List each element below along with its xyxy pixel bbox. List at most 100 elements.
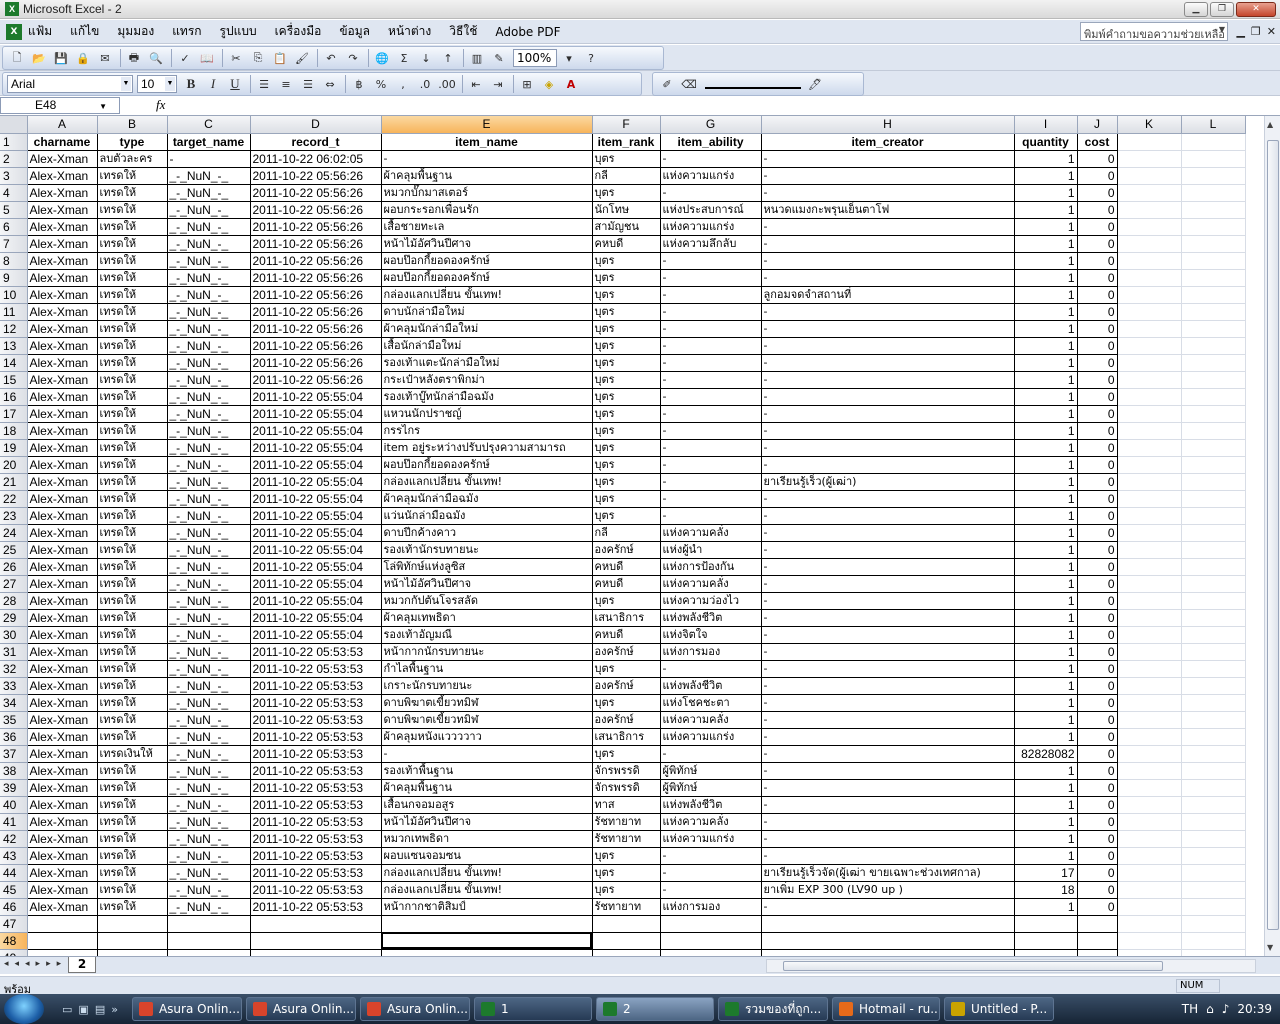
cell[interactable]: แห่งความคลั่ง (660, 575, 762, 593)
cell[interactable]: 0 (1077, 864, 1118, 882)
cell[interactable]: หน้าไม้อัศวินปีศาจ (381, 575, 593, 593)
cell[interactable] (1117, 575, 1182, 593)
cell[interactable]: Alex-Xman (27, 643, 98, 661)
cell[interactable]: รองเท้าพื้นฐาน (381, 762, 593, 780)
cell[interactable]: - (761, 847, 1015, 865)
cell[interactable]: บุตร (592, 473, 661, 491)
cell[interactable]: เทรดให้ (97, 830, 168, 848)
row-header[interactable]: 25 (0, 541, 28, 559)
cell[interactable]: _-_NuN_-_ (167, 507, 251, 525)
cell[interactable]: 1 (1014, 796, 1078, 814)
cell[interactable]: แห่งความคลั่ง (660, 813, 762, 831)
cell[interactable] (1117, 728, 1182, 746)
cell[interactable]: - (761, 235, 1015, 253)
cell[interactable]: ผ้าคลุมหนังแววววาว (381, 728, 593, 746)
row-header[interactable]: 1 (0, 133, 28, 151)
row-header[interactable]: 41 (0, 813, 28, 831)
cell[interactable] (1014, 932, 1078, 950)
cell[interactable]: 1 (1014, 847, 1078, 865)
cell[interactable]: Alex-Xman (27, 813, 98, 831)
row-header[interactable]: 23 (0, 507, 28, 525)
cell[interactable]: _-_NuN_-_ (167, 456, 251, 474)
cell[interactable]: เสนาธิการ (592, 609, 661, 627)
cell[interactable]: Alex-Xman (27, 167, 98, 185)
taskbar-item[interactable]: Asura Onlin... (245, 997, 356, 1021)
cell[interactable] (1181, 133, 1246, 151)
row-header[interactable]: 26 (0, 558, 28, 576)
cell[interactable]: 0 (1077, 201, 1118, 219)
cell[interactable] (1117, 269, 1182, 287)
cell[interactable]: เทรดให้ (97, 728, 168, 746)
row-header[interactable]: 31 (0, 643, 28, 661)
decrease-indent-icon[interactable]: ⇤ (466, 74, 486, 94)
column-header[interactable]: D (250, 116, 382, 134)
cell[interactable]: 0 (1077, 762, 1118, 780)
new-icon[interactable]: 🗋 (7, 48, 27, 68)
cell[interactable]: ยาเรียนรู้เร็ว(ผู้เฒ่า) (761, 473, 1015, 491)
cell[interactable]: ผ้าคลุมนักล่ามือฉมัง (381, 490, 593, 508)
cell[interactable]: Alex-Xman (27, 779, 98, 797)
cell[interactable]: กล่องแลกเปลี่ยน ขั้นเทพ! (381, 864, 593, 882)
cell[interactable]: ผ้าคลุมเทพธิดา (381, 609, 593, 627)
cell[interactable] (1117, 949, 1182, 956)
cell[interactable]: หน้ากากชาติสิมป์ (381, 898, 593, 916)
cell[interactable]: _-_NuN_-_ (167, 439, 251, 457)
cell[interactable] (1014, 949, 1078, 956)
cell[interactable] (1181, 286, 1246, 304)
cell[interactable]: - (761, 490, 1015, 508)
cell[interactable]: - (761, 575, 1015, 593)
print-icon[interactable]: 🖶 (124, 48, 144, 68)
cell[interactable]: _-_NuN_-_ (167, 490, 251, 508)
cell[interactable] (250, 915, 382, 933)
cell[interactable]: ทาส (592, 796, 661, 814)
cell[interactable]: Alex-Xman (27, 422, 98, 440)
cell[interactable]: 1 (1014, 439, 1078, 457)
undo-icon[interactable]: ↶ (321, 48, 341, 68)
cell[interactable]: 1 (1014, 337, 1078, 355)
cell[interactable]: - (381, 745, 593, 763)
cell[interactable]: คหบดี (592, 575, 661, 593)
cell[interactable]: องครักษ์ (592, 677, 661, 695)
cell[interactable]: _-_NuN_-_ (167, 864, 251, 882)
cell[interactable]: เทรดให้ (97, 813, 168, 831)
cell[interactable]: 0 (1077, 626, 1118, 644)
cell[interactable]: - (381, 150, 593, 168)
cell[interactable]: _-_NuN_-_ (167, 796, 251, 814)
cell[interactable]: 0 (1077, 337, 1118, 355)
cell[interactable]: 0 (1077, 643, 1118, 661)
cell[interactable]: เทรดให้ (97, 643, 168, 661)
workbook-icon[interactable]: X (6, 23, 22, 40)
cell[interactable]: - (660, 847, 762, 865)
cell[interactable]: Alex-Xman (27, 541, 98, 559)
cell[interactable]: 82828082 (1014, 745, 1078, 763)
cell[interactable]: 1 (1014, 898, 1078, 916)
cell[interactable] (1117, 558, 1182, 576)
cell[interactable]: บุตร (592, 388, 661, 406)
cell[interactable] (97, 949, 168, 956)
cell[interactable]: กระเป๋าหลังตราพิกม่า (381, 371, 593, 389)
cell[interactable]: 2011-10-22 05:56:26 (250, 252, 382, 270)
cell[interactable]: 0 (1077, 218, 1118, 236)
cell[interactable]: - (761, 167, 1015, 185)
row-header[interactable]: 9 (0, 269, 28, 287)
cell[interactable]: _-_NuN_-_ (167, 388, 251, 406)
quick-launch-icon[interactable]: ▤ (95, 1003, 105, 1016)
cell[interactable]: _-_NuN_-_ (167, 422, 251, 440)
cell[interactable]: - (761, 184, 1015, 202)
cell[interactable]: เทรดให้ (97, 881, 168, 899)
cell[interactable]: Alex-Xman (27, 473, 98, 491)
email-icon[interactable]: ✉ (95, 48, 115, 68)
cell[interactable]: แห่งพลังชีวิต (660, 796, 762, 814)
cell[interactable]: แห่งการป้องกัน (660, 558, 762, 576)
cell[interactable]: _-_NuN_-_ (167, 303, 251, 321)
cell[interactable] (592, 932, 661, 950)
format-painter-icon[interactable]: 🖌 (292, 48, 312, 68)
cell[interactable]: แห่งความแกร่ง (660, 728, 762, 746)
cell[interactable]: 0 (1077, 779, 1118, 797)
cell[interactable]: ผอบแซนจอมซน (381, 847, 593, 865)
cell[interactable] (1117, 524, 1182, 542)
cell[interactable]: กลี (592, 167, 661, 185)
cell[interactable]: 0 (1077, 677, 1118, 695)
taskbar-item[interactable]: Hotmail - ru... (831, 997, 940, 1021)
cell[interactable]: - (761, 303, 1015, 321)
